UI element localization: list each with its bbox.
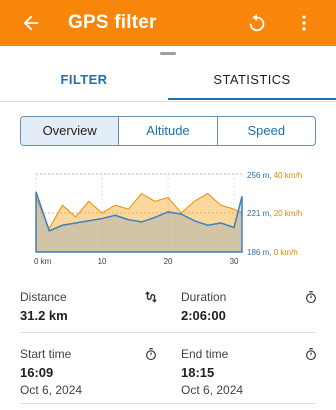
tab-indicator bbox=[168, 98, 336, 100]
end-time-label: End time bbox=[181, 347, 229, 361]
end-date: Oct 6, 2024 bbox=[181, 383, 244, 397]
speed-label: 0 km/h bbox=[274, 248, 298, 257]
elevation-speed-chart[interactable]: 0 km 10 20 30 256 m, 40 km/h 221 m, 20 km/h 18… bbox=[0, 160, 336, 270]
segment-speed[interactable]: Speed bbox=[216, 117, 315, 145]
start-date: Oct 6, 2024 bbox=[20, 383, 83, 397]
divider bbox=[20, 403, 316, 404]
segment-overview[interactable]: Overview bbox=[21, 117, 119, 145]
speed-label: 20 km/h bbox=[274, 209, 302, 218]
tab-filter[interactable]: FILTER bbox=[0, 60, 168, 100]
y-axis-label: 221 m, 20 km/h bbox=[247, 209, 302, 218]
altitude-label: 186 m, bbox=[247, 248, 274, 257]
stopwatch-icon bbox=[306, 291, 316, 304]
duration-label: Duration bbox=[181, 290, 227, 304]
stat-distance: Distance 31.2 km bbox=[20, 290, 68, 323]
chart-mode-selector: Overview Altitude Speed bbox=[20, 116, 316, 146]
distance-label: Distance bbox=[20, 290, 67, 304]
distance-value: 31.2 km bbox=[20, 308, 68, 323]
distance-icon bbox=[145, 291, 157, 303]
more-vert-icon[interactable] bbox=[294, 12, 314, 34]
stat-end-time: End time 18:15 Oct 6, 2024 bbox=[181, 347, 243, 397]
stopwatch-icon bbox=[146, 348, 156, 361]
reset-icon[interactable] bbox=[246, 12, 268, 34]
stopwatch-icon bbox=[306, 348, 316, 361]
arrow-left-icon[interactable] bbox=[20, 12, 42, 34]
x-tick-label: 30 bbox=[230, 257, 239, 266]
tab-bar: FILTER STATISTICS bbox=[0, 60, 336, 102]
divider bbox=[0, 101, 336, 102]
y-axis-label: 186 m, 0 km/h bbox=[247, 248, 298, 257]
duration-value: 2:06:00 bbox=[181, 308, 226, 323]
stat-start-time: Start time 16:09 Oct 6, 2024 bbox=[20, 347, 82, 397]
x-tick-label: 0 km bbox=[34, 257, 52, 266]
segment-altitude[interactable]: Altitude bbox=[118, 117, 216, 145]
y-axis-label: 256 m, 40 km/h bbox=[247, 171, 302, 180]
start-time-label: Start time bbox=[20, 347, 72, 361]
x-tick-label: 10 bbox=[98, 257, 107, 266]
divider bbox=[20, 332, 316, 333]
x-tick-label: 20 bbox=[164, 257, 173, 266]
start-time-value: 16:09 bbox=[20, 365, 54, 380]
speed-label: 40 km/h bbox=[274, 171, 302, 180]
altitude-label: 256 m, bbox=[247, 171, 274, 180]
app-bar: GPS filter bbox=[0, 0, 336, 46]
altitude-label: 221 m, bbox=[247, 209, 274, 218]
end-time-value: 18:15 bbox=[181, 365, 215, 380]
drag-handle[interactable] bbox=[160, 52, 176, 55]
tab-statistics[interactable]: STATISTICS bbox=[168, 60, 336, 100]
chart-series bbox=[35, 191, 243, 253]
page-title: GPS filter bbox=[68, 12, 157, 33]
stat-duration: Duration 2:06:00 bbox=[181, 290, 226, 323]
